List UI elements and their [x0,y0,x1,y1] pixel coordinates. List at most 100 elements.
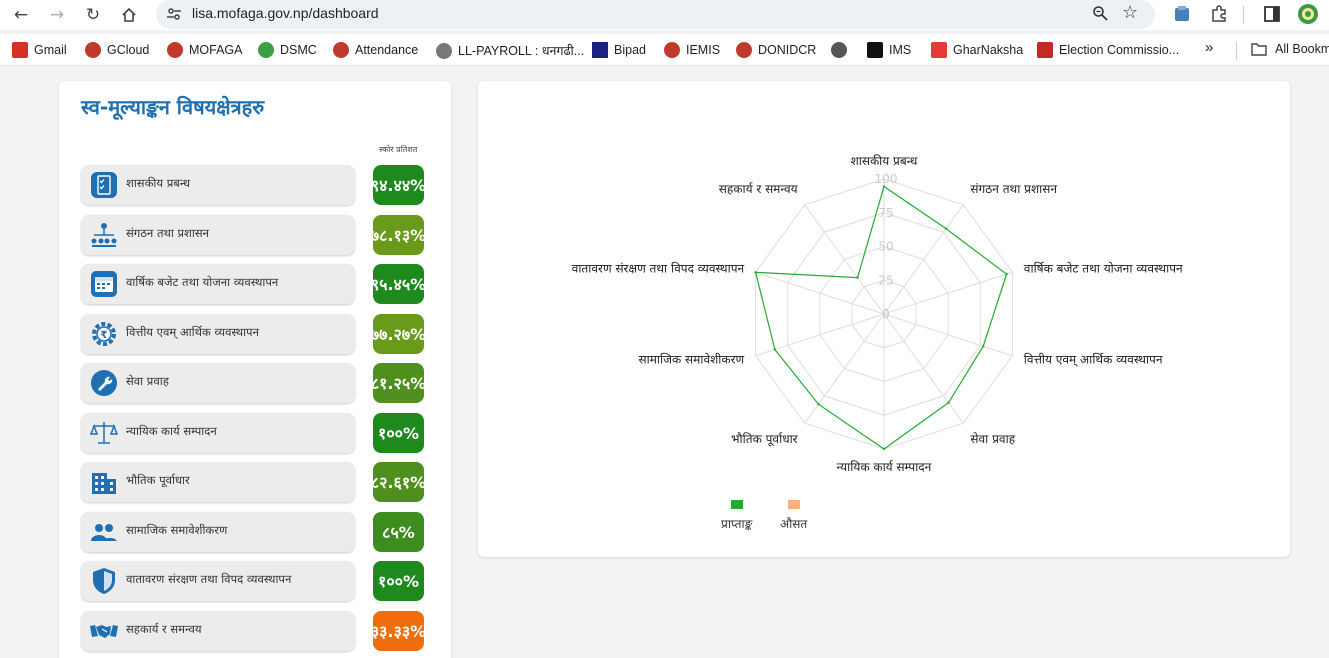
data-point [1005,272,1008,276]
bookmark-gmail[interactable]: Gmail [12,42,67,58]
area-row-judicial[interactable]: न्यायिक कार्य सम्पादन [81,413,355,453]
address-bar[interactable]: lisa.mofaga.gov.np/dashboard ☆ [156,0,1155,29]
bookmark-star-icon[interactable]: ☆ [1122,2,1138,23]
area-label: वातावरण संरक्षण तथा विपद व्यवस्थापन [126,572,292,586]
home-icon[interactable] [116,2,142,28]
area-label: सामाजिक समावेशीकरण [126,523,228,537]
data-point [882,447,886,451]
score-badge: १००% [373,413,424,453]
area-label: सेवा प्रवाह [126,374,169,388]
bookmark-gcloud[interactable]: GCloud [85,42,149,58]
grid-spoke [804,313,885,424]
data-point [773,348,777,351]
checklist-icon [91,172,117,198]
data-point [947,401,950,404]
bookmark-iemis[interactable]: IEMIS [664,42,720,58]
score-badge: ३३.३३% [371,611,426,651]
score-badge: ९४.४४% [371,165,426,205]
area-row-cooperation[interactable]: सहकार्य र समन्वय [81,611,355,651]
grid-spoke [804,204,885,315]
url-text: lisa.mofaga.gov.np/dashboard [192,5,379,21]
category-label: भौतिक पूर्वाधार [731,432,799,447]
rupee-gear-icon: ₹ [92,322,116,346]
area-row-service-delivery[interactable]: सेवा प्रवाह [81,363,355,403]
folder-icon [1251,43,1267,56]
grid-spoke [883,313,964,424]
tick-label: 0 [882,307,890,321]
category-label: सेवा प्रवाह [970,432,1015,446]
bookmarks-bar: Gmail GCloud MOFAGA DSMC Attendance LL-P… [0,34,1329,66]
area-row-governance[interactable]: शासकीय प्रबन्ध [81,165,355,205]
side-panel-icon[interactable] [1262,4,1282,24]
area-label: न्यायिक कार्य सम्पादन [126,424,217,438]
tick-label: 100 [875,172,898,186]
globe-icon [436,42,452,59]
bookmark-gharnaksha[interactable]: GharNaksha [931,42,1023,58]
score-badge: ८१.२५% [371,363,426,403]
legend-item-average[interactable]: औसत [780,500,807,532]
area-label: संगठन तथा प्रशासन [126,226,210,240]
browser-toolbar: ← → ↻ lisa.mofaga.gov.np/dashboard ☆ [0,0,1329,30]
legend-label: औसत [780,517,808,531]
area-row-infrastructure[interactable]: भौतिक पूर्वाधार [81,462,355,502]
self-assessment-panel: स्व-मूल्याङ्कन विषयक्षेत्रहरु स्कोर प्रत… [59,81,451,658]
area-row-budget-planning[interactable]: वार्षिक बजेट तथा योजना व्यवस्थापन [81,264,355,304]
zoom-icon[interactable] [1092,5,1108,25]
area-label: भौतिक पूर्वाधार [126,473,190,487]
bookmark-attendance[interactable]: Attendance [333,42,418,58]
category-label: वार्षिक बजेट तथा योजना व्यवस्थापन [1024,262,1183,276]
extensions-puzzle-icon[interactable] [1209,4,1229,24]
bookmark-globe[interactable] [831,42,853,58]
bookmark-dsmc[interactable]: DSMC [258,42,317,58]
category-label: वातावरण संरक्षण तथा विपद व्यवस्थापन [572,262,745,276]
radar-chart-card: 0 25 50 75 100 शासकीय प्रबन्ध संगठन तथा प्रशास… [478,81,1290,557]
radar-chart: 0 25 50 75 100 शासकीय प्रबन्ध संगठन तथा प्रशास… [572,154,1183,474]
calendar-icon [91,271,117,297]
wrench-icon [91,370,117,396]
site-settings-icon[interactable] [166,6,182,22]
category-label: सहकार्य र समन्वय [719,182,799,196]
gmail-icon [12,42,28,58]
tick-label: 50 [878,240,893,254]
donidcr-icon [736,42,752,58]
extension-icon[interactable] [1172,4,1192,24]
score-badge: १००% [373,561,424,601]
all-bookmarks-button[interactable]: All Bookm [1251,42,1329,56]
org-chart-icon [91,223,117,247]
category-label: सामाजिक समावेशीकरण [639,352,745,366]
scales-icon [89,422,119,444]
area-row-environment-disaster[interactable]: वातावरण संरक्षण तथा विपद व्यवस्थापन [81,561,355,601]
area-label: वार्षिक बजेट तथा योजना व्यवस्थापन [126,275,279,289]
area-row-financial-management[interactable]: ₹ वित्तीय एवम् आर्थिक व्यवस्थापन [81,314,355,354]
bookmark-bipad[interactable]: Bipad [592,42,646,58]
area-label: शासकीय प्रबन्ध [126,176,191,190]
bookmark-ims[interactable]: IMS [867,42,911,58]
category-label: न्यायिक कार्य सम्पादन [837,460,932,474]
profile-avatar-icon[interactable] [1297,3,1319,25]
building-icon [92,473,116,494]
more-bookmarks-button[interactable]: » [1205,39,1213,56]
bookmark-ll-payroll[interactable]: LL-PAYROLL : धनगढी... [436,42,584,59]
data-point [817,403,820,406]
svg-text:₹: ₹ [101,330,108,341]
mofaga-icon [167,42,183,58]
area-row-organization[interactable]: संगठन तथा प्रशासन [81,215,355,255]
attendance-icon [333,42,349,58]
area-row-social-inclusion[interactable]: सामाजिक समावेशीकरण [81,512,355,552]
forward-arrow-icon[interactable]: → [44,2,70,28]
bookmark-mofaga[interactable]: MOFAGA [167,42,242,58]
ims-icon [867,42,883,58]
legend-item-score[interactable]: प्राप्ताङ्क [721,500,752,532]
reload-icon[interactable]: ↻ [80,2,106,28]
bookmark-election-commission[interactable]: Election Commissio... [1037,42,1179,58]
shield-icon [93,568,115,594]
back-arrow-icon[interactable]: ← [8,2,34,28]
legend-swatch [730,500,743,509]
bookmark-donidcr[interactable]: DONIDCR [736,42,816,58]
area-label: वित्तीय एवम् आर्थिक व्यवस्थापन [126,325,259,339]
legend-swatch [787,500,800,509]
score-badge: ९५.४५% [371,264,426,304]
score-badge: ८५% [373,512,424,552]
tick-label: 25 [878,273,893,287]
bipad-icon [592,42,608,58]
